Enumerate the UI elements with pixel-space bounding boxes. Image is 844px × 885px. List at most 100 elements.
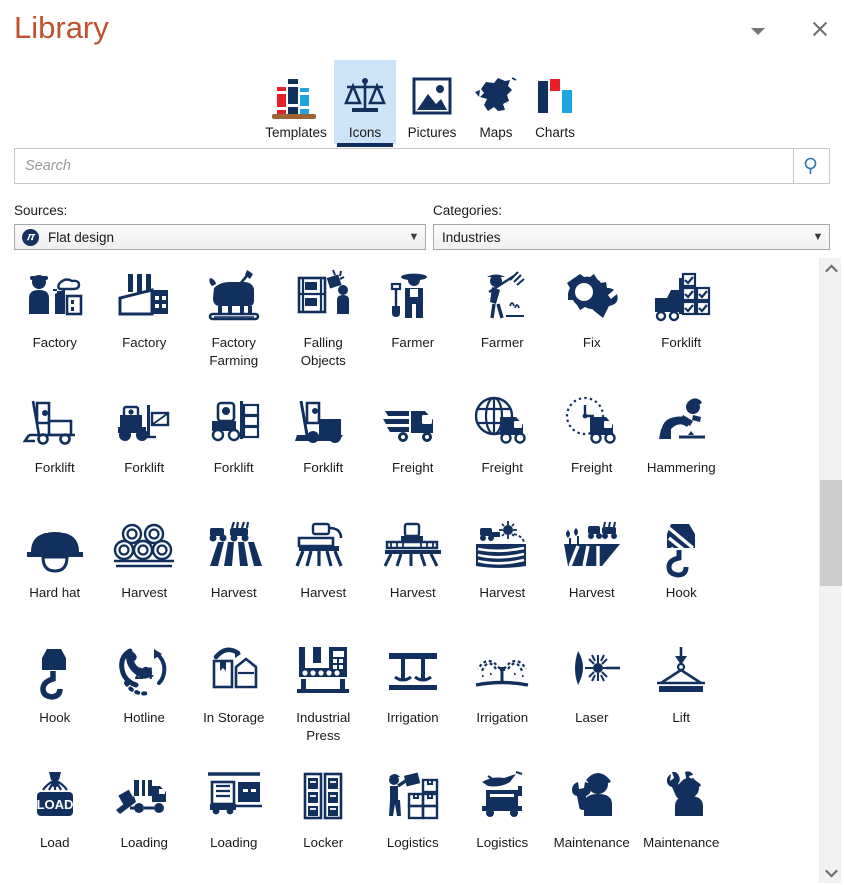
industrial-press-icon: [288, 641, 358, 707]
icon-cell[interactable]: Forklift: [10, 381, 100, 506]
harvest-field-road-icon: [557, 516, 627, 582]
scroll-down-button[interactable]: [820, 861, 842, 883]
scroll-up-button[interactable]: [820, 258, 842, 280]
icon-cell[interactable]: Fix: [547, 256, 637, 381]
icon-cell[interactable]: Factory Farming: [189, 256, 279, 381]
icon-label: Loading: [210, 835, 258, 850]
icon-cell[interactable]: Hook: [637, 506, 727, 631]
icon-label: Hotline: [123, 710, 165, 725]
irrigation-sprinkler-icon: [467, 641, 537, 707]
tab-label: Maps: [479, 125, 513, 140]
icon-cell[interactable]: Industrial Press: [279, 631, 369, 756]
chevron-down-icon: [751, 27, 765, 35]
icon-label: Falling Objects: [300, 335, 346, 368]
icon-label: Harvest: [389, 585, 436, 600]
logistics-plane-truck-icon: [467, 766, 537, 832]
tab-pictures[interactable]: Pictures: [396, 60, 468, 144]
tab-maps[interactable]: Maps: [468, 60, 524, 144]
icon-label: Hook: [665, 585, 697, 600]
icon-cell[interactable]: Harvest: [100, 506, 190, 631]
icon-cell[interactable]: Lift: [637, 631, 727, 756]
icon-label: Factory Farming: [209, 335, 259, 368]
icon-cell[interactable]: Loading: [100, 756, 190, 881]
scrollbar-thumb[interactable]: [820, 480, 842, 586]
icon-cell[interactable]: Loading: [189, 756, 279, 881]
minimize-button[interactable]: [743, 16, 773, 46]
factory-building-icon: [109, 266, 179, 332]
icon-label: Harvest: [479, 585, 526, 600]
icon-label: Freight: [571, 460, 613, 475]
chevron-down-icon: ▼: [812, 231, 824, 243]
sources-label: Sources:: [14, 203, 68, 218]
tab-charts[interactable]: Charts: [524, 60, 586, 144]
icon-cell[interactable]: Freight: [458, 381, 548, 506]
icon-cell[interactable]: Logistics: [458, 756, 548, 881]
forklift-side-icon: [20, 391, 90, 457]
freight-fast-truck-icon: [378, 391, 448, 457]
page-title: Library: [14, 10, 109, 45]
icon-cell[interactable]: Hammering: [637, 381, 727, 506]
library-tabs: Templates Icons Pictures Maps Charts: [0, 58, 844, 147]
icon-cell[interactable]: Harvest: [189, 506, 279, 631]
in-storage-icon: [199, 641, 269, 707]
icon-label: Load: [39, 835, 70, 850]
icon-cell[interactable]: Maintenance: [547, 756, 637, 881]
icon-label: Locker: [303, 835, 344, 850]
chevron-down-icon: [824, 864, 838, 877]
map-icon: [467, 71, 525, 123]
hammering-worker-icon: [646, 391, 716, 457]
icon-cell[interactable]: Factory: [10, 256, 100, 381]
irrigation-drip-icon: [378, 641, 448, 707]
icon-cell[interactable]: In Storage: [189, 631, 279, 756]
icon-cell[interactable]: Falling Objects: [279, 256, 369, 381]
icon-label: Lift: [672, 710, 691, 725]
icon-cell[interactable]: Farmer: [458, 256, 548, 381]
icon-cell[interactable]: Freight: [368, 381, 458, 506]
icon-cell[interactable]: Factory: [100, 256, 190, 381]
icon-cell[interactable]: 24 Hotline: [100, 631, 190, 756]
icon-cell[interactable]: Freight: [547, 381, 637, 506]
icon-cell[interactable]: LOAD Load: [10, 756, 100, 881]
icon-cell[interactable]: Hook: [10, 631, 100, 756]
icon-cell[interactable]: Logistics: [368, 756, 458, 881]
farmer-pitchfork-icon: [467, 266, 537, 332]
icon-cell[interactable]: Forklift: [189, 381, 279, 506]
icon-cell[interactable]: Forklift: [100, 381, 190, 506]
falling-objects-icon: [288, 266, 358, 332]
close-button[interactable]: [805, 14, 835, 44]
icon-label: Forklift: [303, 460, 344, 475]
categories-value: Industries: [442, 229, 501, 245]
icon-cell[interactable]: Laser: [547, 631, 637, 756]
search-button[interactable]: [793, 149, 829, 183]
library-dialog: Library Templates Icons Pictures Maps Ch…: [0, 0, 844, 885]
icon-grid-scrollbar[interactable]: [819, 258, 842, 883]
icon-cell[interactable]: Harvest: [458, 506, 548, 631]
icon-grid-viewport: Factory Factory Factory Farming Falling Obj…: [0, 256, 844, 885]
tab-icons[interactable]: Icons: [334, 60, 396, 147]
icon-cell[interactable]: Farmer: [368, 256, 458, 381]
icon-cell[interactable]: Forklift: [637, 256, 727, 381]
icon-cell[interactable]: Irrigation: [368, 631, 458, 756]
icon-label: Loading: [120, 835, 168, 850]
icon-label: Forklift: [213, 460, 254, 475]
icon-label: Fix: [582, 335, 601, 350]
forklift-crate-icon: [109, 391, 179, 457]
icon-cell[interactable]: Harvest: [368, 506, 458, 631]
harvest-hay-bales-icon: [109, 516, 179, 582]
harvest-combine-icon: [288, 516, 358, 582]
search-input[interactable]: [15, 149, 793, 183]
icon-cell[interactable]: Irrigation: [458, 631, 548, 756]
icon-cell[interactable]: Harvest: [547, 506, 637, 631]
icon-cell[interactable]: Locker: [279, 756, 369, 881]
icon-label: Logistics: [386, 835, 439, 850]
icon-cell[interactable]: Hard hat: [10, 506, 100, 631]
tab-templates[interactable]: Templates: [258, 60, 334, 144]
icon-cell[interactable]: Forklift: [279, 381, 369, 506]
sources-select[interactable]: 𝜋 Flat design ▼: [14, 224, 426, 250]
icon-cell[interactable]: Harvest: [279, 506, 369, 631]
icon-cell[interactable]: Maintenance: [637, 756, 727, 881]
icon-label: Harvest: [300, 585, 347, 600]
hook-striped-icon: [646, 516, 716, 582]
sources-value: Flat design: [48, 229, 115, 245]
categories-select[interactable]: Industries ▼: [433, 224, 830, 250]
